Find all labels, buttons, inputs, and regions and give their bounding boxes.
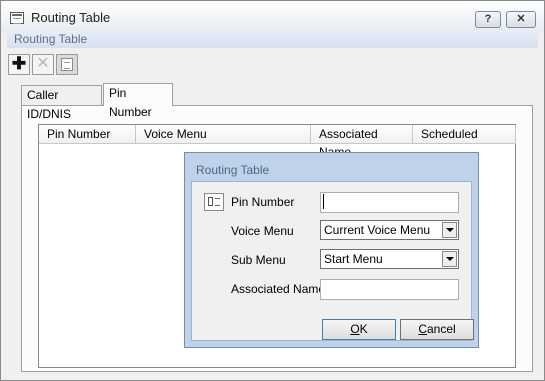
sub-menu-select[interactable]: Start Menu [320,249,459,269]
section-header: Routing Table [7,31,538,48]
help-button[interactable]: ? [475,11,501,28]
sub-menu-value: Start Menu [324,252,383,266]
tab-caller-id-dnis[interactable]: Caller ID/DNIS [21,85,102,121]
column-header-voice-menu[interactable]: Voice Menu [136,125,311,144]
delete-x-icon: ✕ [36,55,50,72]
chevron-down-icon[interactable] [442,251,457,267]
close-button[interactable]: ✕ [506,11,536,28]
voice-menu-label: Voice Menu [231,224,294,238]
tab-pin-number[interactable]: Pin Number [103,83,173,119]
ok-button[interactable]: OK [322,319,396,340]
plus-icon: ✚ [11,54,27,73]
ok-label: K [359,322,368,336]
properties-button[interactable] [56,54,78,75]
text-caret [323,194,324,209]
column-header-pin-number[interactable]: Pin Number [39,125,136,144]
column-header-associated-name[interactable]: Associated Name [311,125,413,159]
associated-name-label: Associated Name [231,282,326,296]
cancel-button[interactable]: Cancel [400,319,474,340]
column-header-scheduled[interactable]: Scheduled [413,125,516,144]
pin-number-label: Pin Number [231,195,295,209]
title-bar[interactable]: Routing Table ? ✕ [1,1,544,32]
chevron-down-icon[interactable] [442,222,457,238]
properties-icon [61,58,73,71]
pin-card-icon[interactable] [204,193,224,211]
app-window-icon [10,12,24,24]
cancel-label: ancel [426,322,456,336]
associated-name-input[interactable] [320,279,459,300]
cancel-accelerator: C [418,322,427,336]
sub-menu-label: Sub Menu [231,253,286,267]
voice-menu-value: Current Voice Menu [324,223,431,237]
add-button[interactable]: ✚ [8,54,30,75]
window-title: Routing Table [31,10,111,25]
voice-menu-select[interactable]: Current Voice Menu [320,220,459,240]
tab-label: Caller ID/DNIS [27,88,72,121]
dialog-title: Routing Table [196,163,270,177]
pin-number-input[interactable] [320,192,459,213]
ok-accelerator: O [350,322,360,336]
tab-label: Pin Number [109,86,152,119]
delete-button[interactable]: ✕ [32,54,54,75]
